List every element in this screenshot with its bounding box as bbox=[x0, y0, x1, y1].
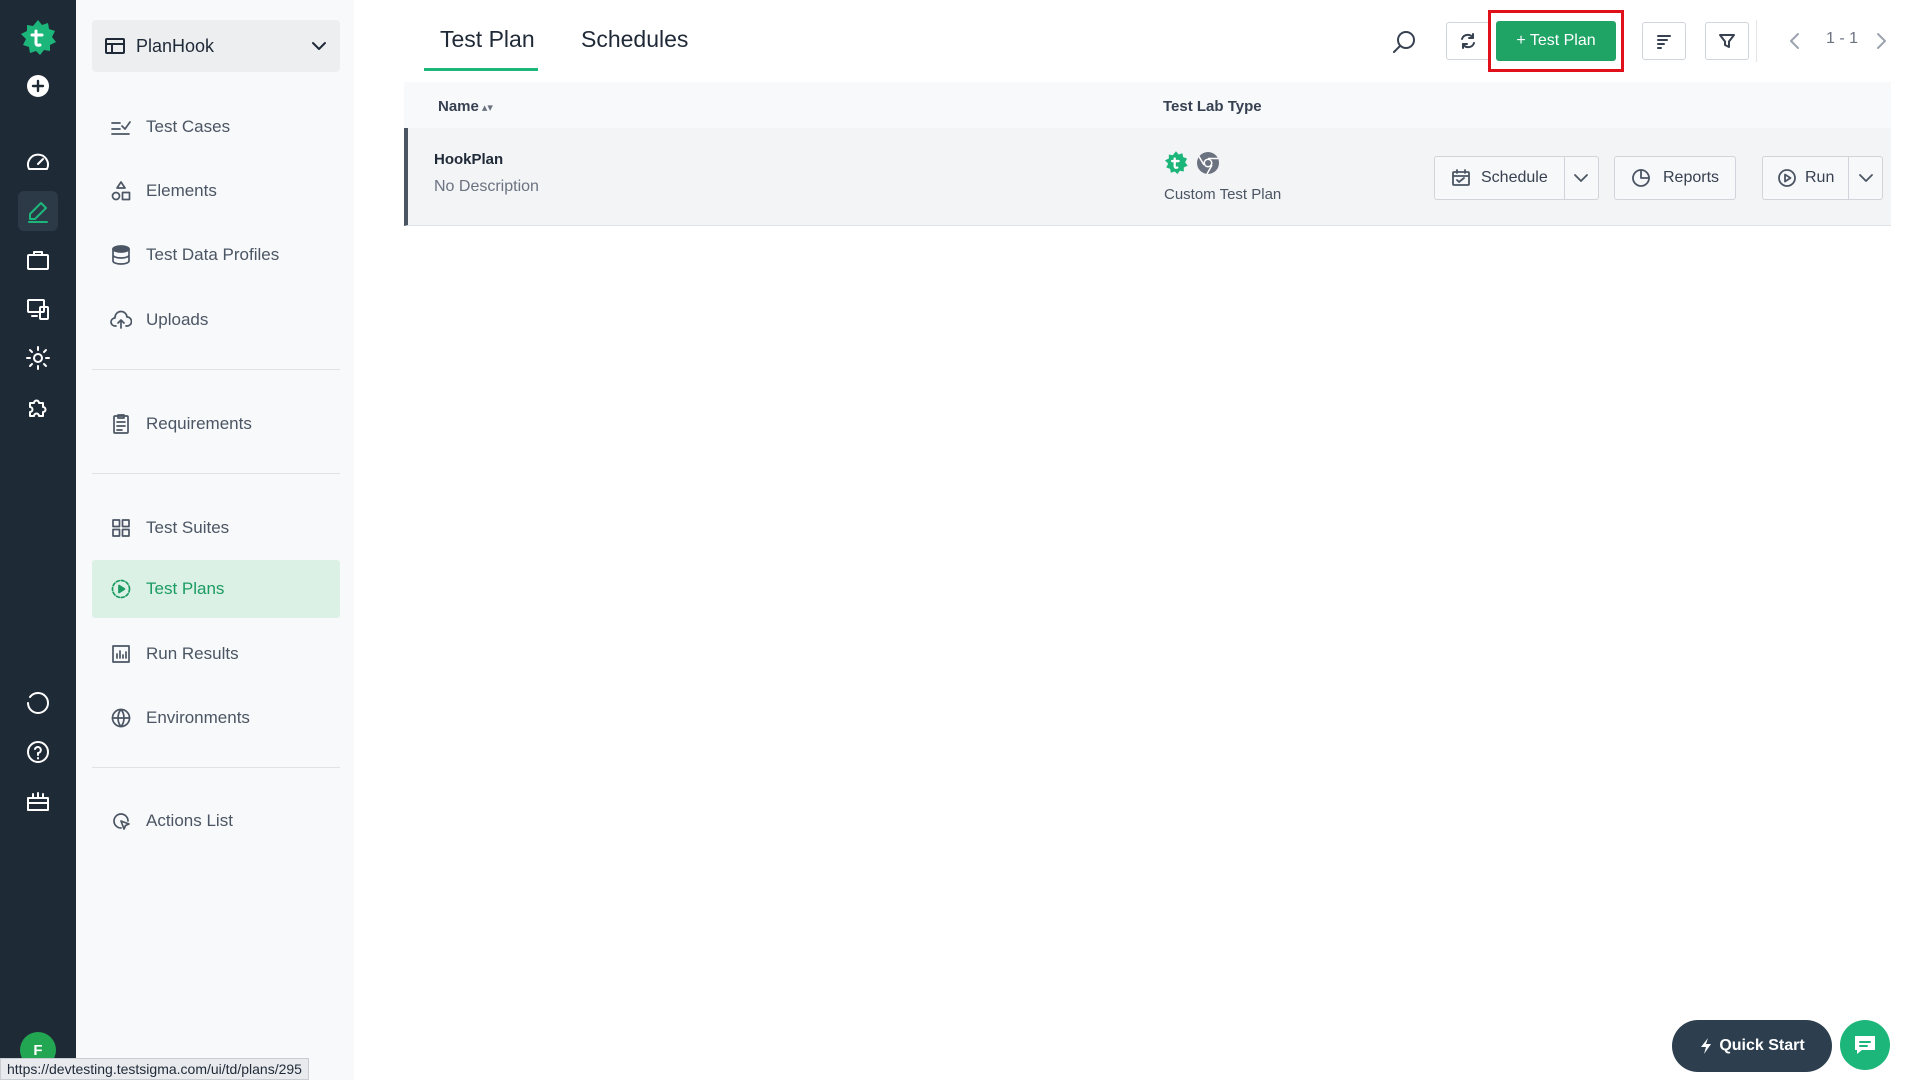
grid-icon bbox=[112, 519, 130, 537]
sync-icon[interactable] bbox=[18, 683, 58, 723]
cursor-click-icon bbox=[113, 813, 130, 830]
sidebar-item-requirements[interactable]: Requirements bbox=[92, 395, 340, 453]
filter-icon bbox=[1719, 34, 1735, 48]
refresh-icon bbox=[1461, 33, 1475, 49]
lab-icons bbox=[1163, 150, 1221, 176]
bar-chart-icon bbox=[112, 645, 130, 663]
reports-button[interactable]: Reports bbox=[1614, 156, 1737, 200]
chat-button[interactable] bbox=[1840, 1020, 1890, 1070]
calendar-icon bbox=[1452, 169, 1470, 186]
sidebar-item-test-suites[interactable]: Test Suites bbox=[92, 499, 340, 557]
sidebar-item-test-data-profiles[interactable]: Test Data Profiles bbox=[92, 226, 340, 284]
test-cases-icon bbox=[111, 121, 131, 135]
chevron-right-icon[interactable] bbox=[1874, 32, 1888, 55]
run-dropdown[interactable] bbox=[1848, 157, 1882, 199]
sidebar-item-test-plans[interactable]: Test Plans bbox=[92, 560, 340, 618]
plan-description: No Description bbox=[434, 178, 539, 195]
column-header-lab-type: Test Lab Type bbox=[1163, 98, 1262, 115]
refresh-button[interactable] bbox=[1446, 22, 1490, 60]
testsigma-logo-icon[interactable] bbox=[18, 18, 58, 58]
toolbar-divider bbox=[1756, 20, 1757, 62]
sidebar-divider bbox=[92, 369, 340, 370]
play-circle-icon bbox=[1778, 169, 1796, 187]
sidebar-item-actions-list[interactable]: Actions List bbox=[92, 792, 340, 850]
shapes-icon bbox=[111, 181, 131, 201]
schedule-button-group: Schedule bbox=[1434, 156, 1599, 200]
gift-icon[interactable] bbox=[18, 781, 58, 821]
sidebar-divider bbox=[92, 473, 340, 474]
addons-icon[interactable] bbox=[18, 387, 58, 427]
sidebar-item-label: Elements bbox=[146, 181, 217, 200]
lab-type-label: Custom Test Plan bbox=[1164, 186, 1282, 203]
briefcase-icon[interactable] bbox=[18, 240, 58, 280]
tab-schedules[interactable]: Schedules bbox=[581, 26, 688, 53]
edit-icon[interactable] bbox=[18, 191, 58, 231]
chevron-down-icon bbox=[1858, 174, 1873, 182]
sidebar-item-label: Test Suites bbox=[146, 518, 230, 537]
chevron-left-icon[interactable] bbox=[1788, 32, 1802, 55]
sort-arrows-icon: ▴▾ bbox=[481, 102, 493, 114]
sidebar-item-label: Run Results bbox=[146, 644, 239, 663]
sidebar-item-label: Test Data Profiles bbox=[146, 245, 280, 264]
help-icon[interactable] bbox=[18, 732, 58, 772]
search-icon[interactable] bbox=[1390, 28, 1418, 56]
run-button[interactable]: Run bbox=[1763, 157, 1848, 199]
sidebar-item-uploads[interactable]: Uploads bbox=[92, 291, 340, 349]
chevron-down-icon bbox=[1574, 174, 1589, 182]
run-button-group: Run bbox=[1762, 156, 1884, 200]
sidebar-item-label: Uploads bbox=[146, 310, 209, 329]
pie-chart-icon bbox=[1632, 169, 1650, 187]
schedule-button[interactable]: Schedule bbox=[1435, 157, 1564, 199]
column-header-name[interactable]: Name ▴▾ bbox=[438, 98, 493, 115]
dashboard-icon[interactable] bbox=[18, 143, 58, 183]
filter-button[interactable] bbox=[1705, 22, 1749, 60]
sort-button[interactable] bbox=[1642, 22, 1686, 60]
project-icon bbox=[105, 38, 125, 54]
sidebar-item-label: Test Plans bbox=[146, 579, 225, 598]
globe-icon bbox=[111, 708, 131, 728]
sidebar-item-environments[interactable]: Environments bbox=[92, 689, 340, 747]
active-tab-indicator bbox=[424, 68, 538, 71]
status-bar-url: https://devtesting.testsigma.com/ui/td/p… bbox=[0, 1058, 309, 1080]
database-icon bbox=[112, 245, 130, 265]
pagination-info: 1 - 1 bbox=[1826, 30, 1859, 47]
add-circle-icon[interactable] bbox=[18, 66, 58, 106]
devices-icon[interactable] bbox=[18, 289, 58, 329]
settings-icon[interactable] bbox=[18, 338, 58, 378]
chevron-down-icon bbox=[312, 42, 326, 50]
sidebar-item-label: Test Cases bbox=[146, 117, 231, 136]
project-name: PlanHook bbox=[136, 35, 215, 56]
sidebar-item-run-results[interactable]: Run Results bbox=[92, 625, 340, 683]
sidebar: PlanHook Test Cases Elements Test Data P… bbox=[76, 0, 354, 1080]
sidebar-item-label: Environments bbox=[146, 708, 250, 727]
add-test-plan-button[interactable]: + Test Plan bbox=[1496, 21, 1616, 61]
sidebar-item-label: Requirements bbox=[146, 414, 252, 433]
quick-start-button[interactable]: Quick Start bbox=[1672, 1020, 1832, 1072]
table-row[interactable]: HookPlan No Description Custom Test Plan… bbox=[404, 128, 1891, 226]
chrome-icon bbox=[1197, 152, 1219, 175]
sort-icon bbox=[1657, 35, 1671, 49]
testsigma-lab-icon bbox=[1164, 151, 1188, 175]
sidebar-item-label: Actions List bbox=[146, 811, 233, 830]
chat-icon bbox=[1855, 1036, 1875, 1054]
cloud-upload-icon bbox=[110, 310, 132, 329]
sidebar-item-test-cases[interactable]: Test Cases bbox=[92, 98, 340, 156]
project-selector[interactable]: PlanHook bbox=[92, 20, 340, 72]
sidebar-item-elements[interactable]: Elements bbox=[92, 162, 340, 220]
play-circle-icon bbox=[111, 579, 131, 599]
clipboard-icon bbox=[113, 414, 129, 434]
tab-test-plan[interactable]: Test Plan bbox=[440, 26, 535, 53]
sidebar-divider bbox=[92, 767, 340, 768]
table-header: Name ▴▾ Test Lab Type bbox=[404, 82, 1891, 128]
app-rail: F bbox=[0, 0, 76, 1080]
lightning-icon bbox=[1701, 1038, 1712, 1054]
schedule-dropdown[interactable] bbox=[1563, 157, 1598, 199]
plan-name[interactable]: HookPlan bbox=[434, 151, 503, 168]
